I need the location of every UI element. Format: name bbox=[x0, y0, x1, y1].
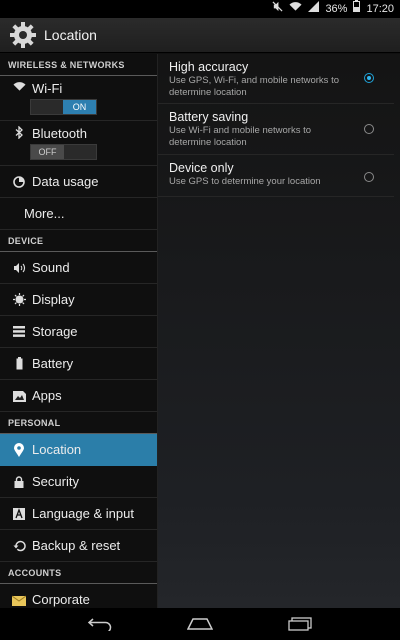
speaker-icon bbox=[8, 262, 30, 274]
settings-sidebar: WIRELESS & NETWORKS Wi-Fi ON Bluetooth O… bbox=[0, 54, 158, 608]
mode-title: Device only bbox=[169, 161, 234, 175]
sidebar-item-label: More... bbox=[24, 206, 65, 221]
sidebar-item-more[interactable]: More... bbox=[0, 198, 157, 230]
sidebar-item-sound[interactable]: Sound bbox=[0, 252, 157, 284]
status-bar: 36% 17:20 bbox=[0, 0, 400, 18]
bluetooth-toggle-state: OFF bbox=[31, 145, 64, 159]
sidebar-item-label: Bluetooth bbox=[32, 126, 87, 141]
sidebar-item-label: Apps bbox=[32, 388, 62, 403]
wifi-signal-icon bbox=[289, 0, 302, 18]
mode-option-device-only[interactable]: Device only Use GPS to determine your lo… bbox=[158, 155, 394, 197]
sidebar-item-apps[interactable]: Apps bbox=[0, 380, 157, 412]
corporate-mail-icon bbox=[8, 594, 30, 606]
bluetooth-icon bbox=[8, 126, 30, 139]
navigation-bar bbox=[0, 608, 400, 640]
location-pin-icon bbox=[8, 442, 30, 457]
section-device: DEVICE bbox=[0, 230, 157, 252]
brightness-icon bbox=[8, 293, 30, 306]
sidebar-item-security[interactable]: Security bbox=[0, 466, 157, 498]
sidebar-item-corporate[interactable]: Corporate bbox=[0, 584, 157, 608]
lock-icon bbox=[8, 475, 30, 488]
sidebar-item-data-usage[interactable]: Data usage bbox=[0, 166, 157, 198]
mode-radio-high-accuracy[interactable] bbox=[364, 73, 374, 83]
sidebar-item-display[interactable]: Display bbox=[0, 284, 157, 316]
mode-radio-device-only[interactable] bbox=[364, 172, 374, 182]
sidebar-item-label: Language & input bbox=[32, 506, 134, 521]
sidebar-item-label: Display bbox=[32, 292, 75, 307]
mode-option-high-accuracy[interactable]: High accuracy Use GPS, Wi-Fi, and mobile… bbox=[158, 54, 394, 104]
section-accounts: ACCOUNTS bbox=[0, 562, 157, 584]
apps-icon bbox=[8, 390, 30, 402]
sidebar-item-language[interactable]: Language & input bbox=[0, 498, 157, 530]
sidebar-item-label: Battery bbox=[32, 356, 74, 371]
wifi-icon bbox=[8, 81, 30, 92]
wifi-toggle[interactable]: ON bbox=[30, 99, 97, 115]
battery-icon bbox=[8, 357, 30, 370]
bluetooth-toggle[interactable]: OFF bbox=[30, 144, 97, 160]
sidebar-item-label: Wi-Fi bbox=[32, 81, 63, 96]
sidebar-item-label: Security bbox=[32, 474, 79, 489]
backup-restore-icon bbox=[8, 540, 30, 552]
home-button[interactable] bbox=[180, 612, 220, 636]
page-title: Location bbox=[44, 27, 97, 43]
sidebar-item-storage[interactable]: Storage bbox=[0, 316, 157, 348]
mode-title: Battery saving bbox=[169, 110, 249, 124]
action-bar: Location bbox=[0, 18, 400, 53]
mode-description: Use Wi-Fi and mobile networks to determi… bbox=[169, 125, 312, 148]
sidebar-item-location[interactable]: Location bbox=[0, 434, 157, 466]
section-wireless: WIRELESS & NETWORKS bbox=[0, 54, 157, 76]
sidebar-item-label: Sound bbox=[32, 260, 70, 275]
sidebar-item-battery[interactable]: Battery bbox=[0, 348, 157, 380]
back-button[interactable] bbox=[80, 612, 120, 636]
storage-icon bbox=[8, 326, 30, 337]
cell-signal-icon bbox=[308, 0, 320, 18]
sidebar-item-label: Backup & reset bbox=[32, 538, 121, 553]
battery-percent: 36% bbox=[325, 3, 348, 15]
settings-gear-icon[interactable] bbox=[8, 20, 38, 50]
clock: 17:20 bbox=[366, 3, 394, 15]
sidebar-item-label: Corporate bbox=[32, 592, 90, 607]
recent-apps-icon bbox=[288, 617, 312, 631]
section-personal: PERSONAL bbox=[0, 412, 157, 434]
mode-description: Use GPS, Wi-Fi, and mobile networks to d… bbox=[169, 75, 339, 98]
recent-apps-button[interactable] bbox=[280, 612, 320, 636]
language-icon bbox=[8, 507, 30, 520]
home-icon bbox=[187, 618, 213, 630]
mode-option-battery-saving[interactable]: Battery saving Use Wi-Fi and mobile netw… bbox=[158, 104, 394, 155]
mode-description: Use GPS to determine your location bbox=[169, 176, 321, 187]
wifi-toggle-state: ON bbox=[63, 100, 96, 114]
sidebar-item-label: Storage bbox=[32, 324, 78, 339]
location-mode-pane: High accuracy Use GPS, Wi-Fi, and mobile… bbox=[158, 54, 400, 608]
sidebar-item-wifi[interactable]: Wi-Fi ON bbox=[0, 76, 157, 121]
mode-title: High accuracy bbox=[169, 60, 249, 74]
sidebar-item-label: Location bbox=[32, 442, 82, 457]
sidebar-item-label: Data usage bbox=[32, 174, 99, 189]
sidebar-item-backup[interactable]: Backup & reset bbox=[0, 530, 157, 562]
back-arrow-icon bbox=[87, 618, 112, 631]
mute-icon bbox=[272, 0, 283, 18]
data-usage-icon bbox=[8, 175, 30, 188]
sidebar-item-bluetooth[interactable]: Bluetooth OFF bbox=[0, 121, 157, 166]
mode-radio-battery-saving[interactable] bbox=[364, 124, 374, 134]
battery-icon bbox=[353, 0, 361, 18]
